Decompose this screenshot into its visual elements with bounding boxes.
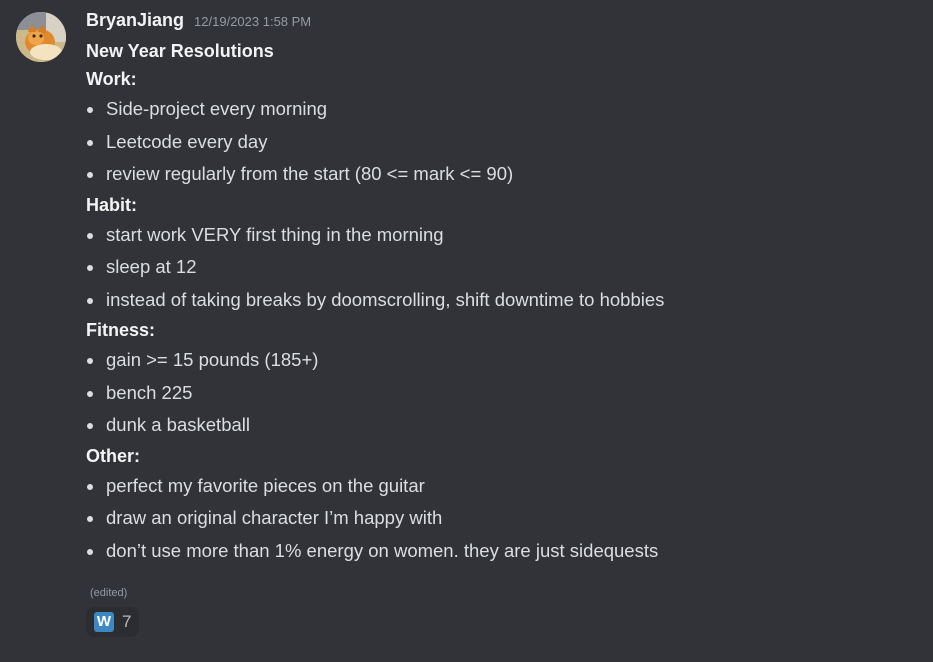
section-habit: Habit: start work VERY first thing in th…	[86, 191, 923, 317]
list-item-text: start work VERY first thing in the morni…	[106, 223, 444, 245]
bullet-icon	[87, 265, 93, 271]
list-item-text: Leetcode every day	[106, 130, 268, 152]
list-item-text: don’t use more than 1% energy on women. …	[106, 539, 659, 561]
bullet-list: gain >= 15 pounds (185+) bench 225 dunk …	[86, 344, 923, 442]
bullet-icon	[87, 139, 93, 146]
list-item-text: review regularly from the start (80 <= m…	[106, 163, 514, 184]
bullet-icon	[87, 232, 93, 239]
section-fitness: Fitness: gain >= 15 pounds (185+) bench …	[86, 316, 923, 442]
section-title: Fitness:	[86, 320, 156, 340]
list-item-text: instead of taking breaks by doomscrollin…	[106, 288, 665, 310]
list-item-text: gain >= 15 pounds (185+)	[106, 349, 319, 370]
bullet-icon	[87, 297, 93, 304]
message-content: BryanJiang 12/19/2023 1:58 PM New Year R…	[86, 8, 923, 637]
list-item: Side-project every morning	[86, 93, 923, 126]
list-item: perfect my favorite pieces on the guitar	[86, 470, 923, 503]
section-work: Work: Side-project every morning Leetcod…	[86, 65, 923, 191]
list-item-text: dunk a basketball	[106, 414, 250, 435]
section-title: Work:	[86, 69, 137, 89]
list-item: review regularly from the start (80 <= m…	[86, 158, 923, 191]
bullet-icon	[87, 390, 93, 397]
list-item: sleep at 12	[86, 251, 923, 284]
reaction-button[interactable]: W 7	[86, 607, 140, 637]
bullet-list: start work VERY first thing in the morni…	[86, 219, 923, 317]
list-item-text: draw an original character I’m happy wit…	[106, 507, 443, 528]
list-item: don’t use more than 1% energy on women. …	[86, 535, 923, 568]
list-item: draw an original character I’m happy wit…	[86, 502, 923, 535]
section-other: Other: perfect my favorite pieces on the…	[86, 442, 923, 568]
bullet-icon	[87, 423, 93, 429]
bullet-icon	[87, 548, 93, 555]
author-username[interactable]: BryanJiang	[86, 10, 184, 31]
reaction-count: 7	[122, 612, 132, 631]
bullet-icon	[87, 358, 93, 364]
list-item: dunk a basketball	[86, 409, 923, 442]
message-heading: New Year Resolutions	[86, 41, 274, 61]
list-item: start work VERY first thing in the morni…	[86, 219, 923, 252]
section-title: Habit:	[86, 194, 137, 215]
list-item: Leetcode every day	[86, 126, 923, 159]
avatar[interactable]	[16, 12, 66, 62]
bullet-icon	[87, 107, 93, 113]
bullet-list: perfect my favorite pieces on the guitar…	[86, 470, 923, 568]
list-item-text: Side-project every morning	[106, 98, 328, 119]
section-title: Other:	[86, 445, 140, 466]
list-item: bench 225	[86, 377, 923, 410]
list-item-text: sleep at 12	[106, 256, 197, 277]
avatar-image	[16, 12, 66, 62]
bullet-icon	[87, 172, 93, 178]
regional-indicator-w-icon: W	[94, 612, 114, 632]
bullet-icon	[87, 483, 93, 490]
edited-label: (edited)	[90, 587, 128, 599]
list-item: instead of taking breaks by doomscrollin…	[86, 284, 923, 317]
list-item: gain >= 15 pounds (185+)	[86, 344, 923, 377]
list-item-text: perfect my favorite pieces on the guitar	[106, 474, 425, 496]
message-timestamp[interactable]: 12/19/2023 1:58 PM	[194, 14, 311, 29]
message-header: BryanJiang 12/19/2023 1:58 PM	[86, 8, 923, 38]
bullet-list: Side-project every morning Leetcode ever…	[86, 93, 923, 191]
bullet-icon	[87, 516, 93, 522]
list-item-text: bench 225	[106, 381, 193, 403]
